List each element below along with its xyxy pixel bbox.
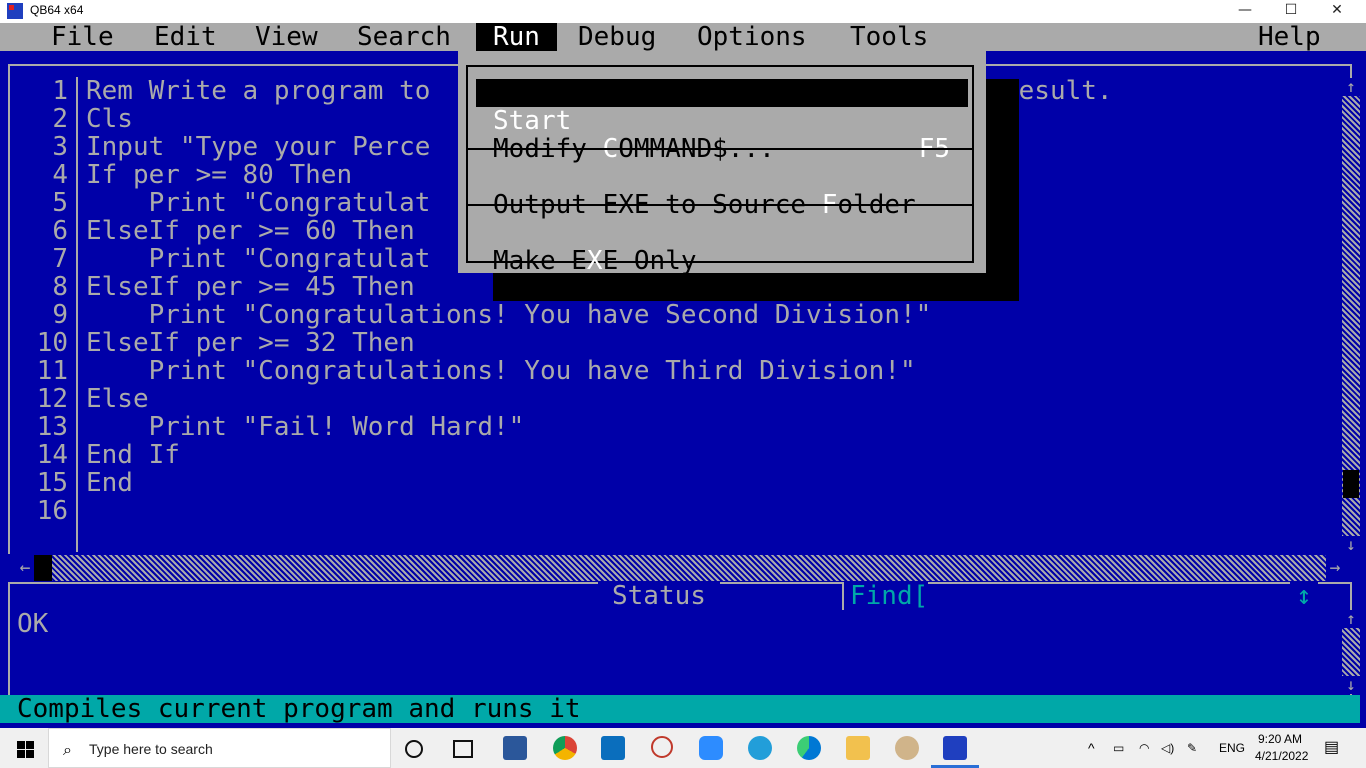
menu-item-output-exe-to-source-folder[interactable]: Output EXE to Source Folder — [476, 163, 968, 219]
wifi-icon[interactable]: ◠ — [1139, 728, 1149, 768]
notifications-icon[interactable]: ▤ — [1324, 728, 1339, 768]
zoom-icon[interactable] — [699, 736, 723, 760]
windows-taskbar: ⌕ Type here to search ^ ▭ ◠ ◁) ✎ ENG 9:2… — [0, 728, 1366, 768]
close-button[interactable]: ✕ — [1314, 0, 1360, 23]
file-explorer-icon[interactable] — [846, 736, 870, 760]
minimize-button[interactable]: — — [1222, 0, 1268, 23]
clock-date: 4/21/2022 — [1255, 749, 1309, 763]
clock-time: 9:20 AM — [1257, 732, 1303, 746]
search-icon: ⌕ — [63, 740, 72, 759]
menu-search[interactable]: Search — [340, 23, 468, 51]
clock[interactable]: 9:20 AM 4/21/2022 — [1255, 731, 1309, 765]
menu-item-start[interactable]: Start F5 — [476, 79, 968, 163]
menu-tools[interactable]: Tools — [833, 23, 945, 51]
menu-debug[interactable]: Debug — [561, 23, 673, 51]
vscode-icon[interactable] — [601, 736, 625, 760]
edge-icon[interactable] — [797, 736, 821, 760]
task-view-icon[interactable] — [453, 740, 473, 758]
menu-view[interactable]: View — [238, 23, 335, 51]
scroll-thumb[interactable] — [1343, 470, 1359, 498]
status-output: OK — [17, 609, 49, 639]
editor-horizontal-scrollbar[interactable]: ← → — [16, 555, 1344, 581]
menu-run[interactable]: Run — [476, 23, 557, 51]
qb64-app-icon — [7, 3, 23, 19]
window-title: QB64 x64 — [30, 3, 84, 17]
paint-icon[interactable] — [895, 736, 919, 760]
help-line: Compiles current program and runs it — [0, 695, 1360, 723]
windows-logo-icon-part — [17, 750, 25, 758]
menu-separator — [466, 148, 974, 150]
menu-item-make-exe-only[interactable]: Make EXE Only F11 — [476, 219, 968, 303]
menu-file[interactable]: File — [34, 23, 131, 51]
battery-icon[interactable]: ▭ — [1113, 728, 1124, 768]
menu-help[interactable]: Help — [1241, 23, 1338, 51]
scroll-right-arrow-icon[interactable]: → — [1326, 555, 1344, 581]
scroll-down-arrow-icon[interactable]: ↓ — [1342, 676, 1360, 694]
find-field[interactable]: Find[ — [842, 582, 929, 610]
start-button[interactable] — [0, 728, 48, 768]
language-indicator[interactable]: ENG — [1219, 728, 1245, 768]
menu-separator — [466, 204, 974, 206]
maximize-button[interactable]: ☐ — [1268, 0, 1314, 23]
scroll-thumb[interactable] — [34, 555, 52, 581]
chrome-icon[interactable] — [553, 736, 577, 760]
code-line-tail: Result. — [1003, 76, 1113, 106]
run-menu-dropdown: Start F5 Modify COMMAND$... Output EXE t… — [458, 51, 986, 303]
taskbar-search-box[interactable]: ⌕ Type here to search — [48, 728, 391, 768]
pen-icon[interactable]: ✎ — [1187, 728, 1197, 768]
window-title-bar: QB64 x64 — ☐ ✕ — [0, 0, 1366, 23]
scroll-up-arrow-icon[interactable]: ↑ — [1342, 610, 1360, 628]
scroll-down-arrow-icon[interactable]: ↓ — [1342, 536, 1360, 554]
snipping-tool-icon[interactable] — [651, 736, 673, 758]
volume-icon[interactable]: ◁) — [1161, 728, 1174, 768]
line-number-gutter — [76, 77, 78, 552]
status-vertical-scrollbar[interactable]: ↑ ↓ — [1342, 610, 1360, 694]
menu-item-modify-command[interactable]: Modify COMMAND$... — [476, 107, 968, 163]
status-title: Status — [598, 582, 720, 610]
menu-edit[interactable]: Edit — [137, 23, 234, 51]
menubar: File Edit View Search Run Debug Options … — [0, 23, 1366, 51]
windows-logo-icon-part — [26, 750, 34, 758]
cortana-icon[interactable] — [405, 740, 423, 758]
editor-vertical-scrollbar[interactable]: ↑ ↓ — [1342, 78, 1360, 554]
search-placeholder: Type here to search — [89, 741, 213, 757]
word-icon[interactable] — [503, 736, 527, 760]
qb64-taskbar-icon[interactable] — [943, 736, 967, 760]
windows-logo-icon — [17, 741, 25, 749]
find-toggle-arrow-icon[interactable]: ↕ — [1290, 582, 1318, 610]
windows-logo-icon-part — [26, 741, 34, 749]
show-hidden-icons-chevron-icon[interactable]: ^ — [1088, 728, 1095, 768]
scroll-left-arrow-icon[interactable]: ← — [16, 555, 34, 581]
scroll-up-arrow-icon[interactable]: ↑ — [1342, 78, 1360, 96]
telegram-icon[interactable] — [748, 736, 772, 760]
menu-options[interactable]: Options — [680, 23, 824, 51]
